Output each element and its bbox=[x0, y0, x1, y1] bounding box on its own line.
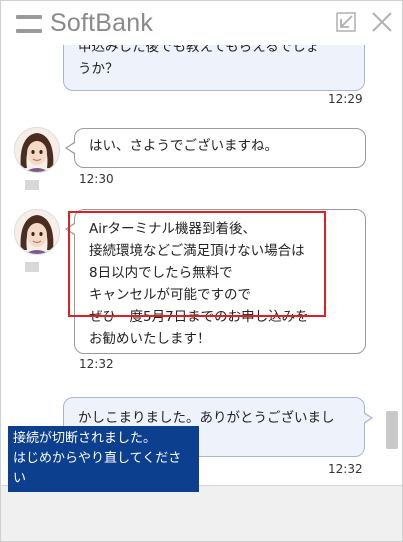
user-message: 申込みした後でも教えてもらえるでしょ うか？ bbox=[63, 45, 365, 91]
message-time: 12:32 bbox=[79, 357, 114, 371]
bubble-tail bbox=[67, 143, 75, 153]
operator-name-badge bbox=[25, 180, 39, 190]
message-line: うか？ bbox=[78, 61, 119, 77]
message-line: はい、さようでございますね。 bbox=[89, 138, 278, 154]
operator-avatar bbox=[14, 127, 60, 173]
bubble-tail bbox=[363, 413, 371, 423]
brand-logo: SoftBank bbox=[16, 9, 153, 38]
brand-name: SoftBank bbox=[50, 9, 154, 37]
operator-name-badge bbox=[25, 262, 39, 272]
disconnect-notice: 接続が切断されました。 はじめからやり直してください bbox=[8, 426, 199, 492]
input-area bbox=[1, 485, 402, 541]
message-time: 12:30 bbox=[79, 172, 114, 186]
message-line: 申込みした後でも教えてもらえるでしょ bbox=[78, 45, 320, 55]
scrollbar-thumb[interactable] bbox=[386, 411, 398, 449]
chat-window: SoftBank 申込みした後でも教えてもらえるでしょ うか？ 12:29 はい… bbox=[0, 0, 403, 542]
softbank-logo-icon bbox=[16, 14, 42, 33]
notice-line: 接続が切断されました。 bbox=[13, 431, 157, 446]
notice-line: はじめからやり直してください bbox=[13, 451, 182, 486]
operator-message: はい、さようでございますね。 bbox=[74, 128, 366, 168]
message-line: お勧めいたします！ bbox=[89, 331, 211, 347]
operator-avatar bbox=[14, 209, 60, 255]
message-time: 12:29 bbox=[328, 92, 363, 106]
close-icon[interactable] bbox=[371, 11, 393, 33]
chat-log[interactable]: 申込みした後でも教えてもらえるでしょ うか？ 12:29 はい、さようでございま… bbox=[1, 45, 402, 485]
header: SoftBank bbox=[1, 1, 402, 45]
message-time: 12:32 bbox=[328, 462, 363, 476]
minimize-icon[interactable] bbox=[335, 11, 357, 33]
highlight-box bbox=[68, 211, 326, 317]
